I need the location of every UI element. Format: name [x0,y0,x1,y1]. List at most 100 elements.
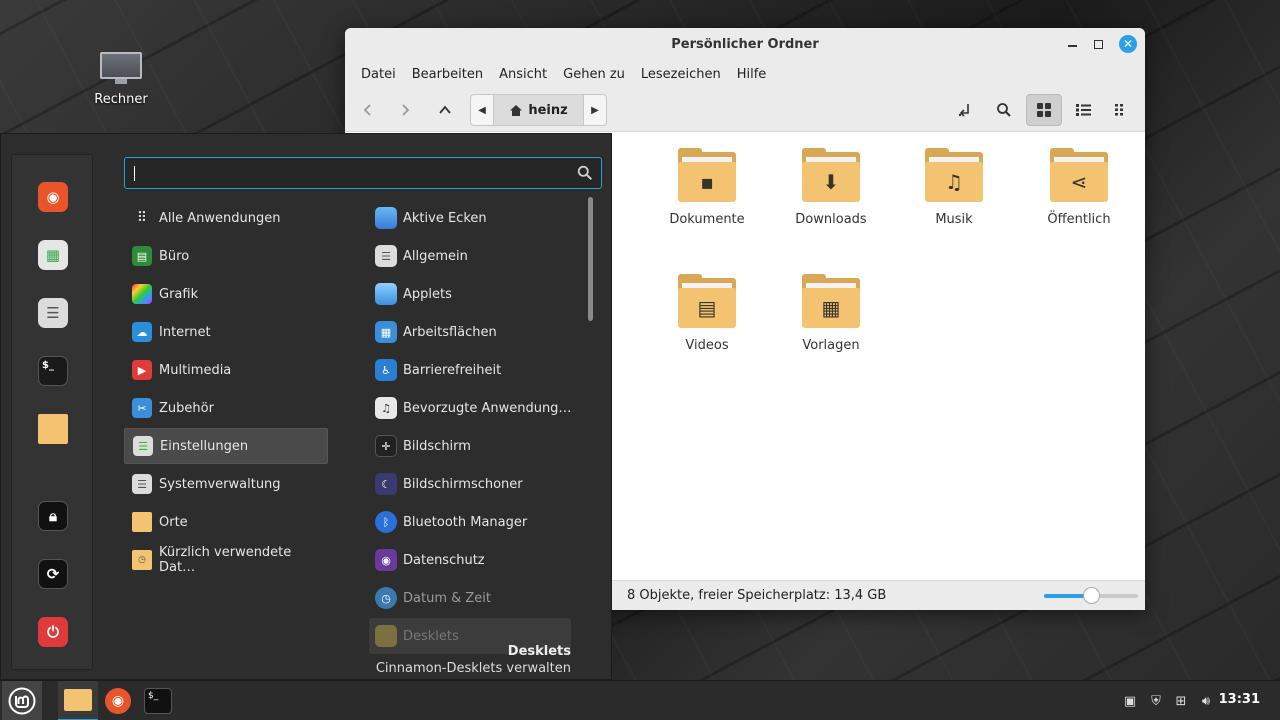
taskbar: ◉ $_ ▣ ⛨ ⊞ 🔊︎ 13:31 [0,680,1280,720]
moon-icon: ☾ [375,473,397,495]
software-manager-icon: ▦ [45,246,61,264]
menu-bearbeiten[interactable]: Bearbeiten [404,67,491,82]
folder-public-icon: ⋖ [1050,148,1108,202]
app-privacy[interactable]: ◉ Datenschutz [369,542,583,578]
app-screensaver[interactable]: ☾ Bildschirmschoner [369,466,583,502]
app-applets[interactable]: Applets [369,276,583,312]
search-input[interactable] [131,162,571,184]
folder-item[interactable]: ▤ Videos [652,274,762,353]
firefox-icon: ◉ [46,188,60,206]
settings-toggle-icon: ☰ [133,436,153,456]
volume-icon: 🔊︎ [1201,693,1211,709]
fav-settings[interactable]: ☰ [38,298,68,328]
minimize-button[interactable] [1063,35,1081,53]
compact-view-button[interactable] [1105,94,1139,126]
menu-ansicht[interactable]: Ansicht [491,67,555,82]
fav-software-manager[interactable]: ▦ [38,240,68,270]
app-hot-corners[interactable]: Aktive Ecken [369,200,583,236]
tray-volume[interactable]: 🔊︎ [1197,692,1215,710]
folder-icon [64,689,92,711]
category-multimedia[interactable]: ▶ Multimedia [124,352,328,388]
app-date-time[interactable]: ◷ Datum & Zeit [369,580,583,616]
app-label: Allgemein [403,248,468,264]
network-icon: ⊞ [1175,693,1187,709]
forward-button[interactable] [388,94,422,126]
menu-datei[interactable]: Datei [353,67,404,82]
breadcrumb-left-button[interactable]: ◀ [471,105,493,116]
search-button[interactable] [987,94,1021,126]
category-accessories[interactable]: ✂ Zubehör [124,390,328,426]
app-bluetooth[interactable]: ᛒ Bluetooth Manager [369,504,583,540]
app-display[interactable]: ✛ Bildschirm [369,428,583,464]
app-label: Arbeitsflächen [403,324,497,340]
list-view-button[interactable] [1066,94,1100,126]
breadcrumb-home-button[interactable]: heinz [493,95,584,125]
mint-logo-icon [8,687,36,715]
title-bar[interactable]: Persönlicher Ordner ✕ [345,28,1145,60]
fav-files[interactable] [38,414,68,444]
folder-item[interactable]: ♫ Musik [899,148,1009,227]
app-general[interactable]: ☰ Allgemein [369,238,583,274]
category-all-apps[interactable]: ⠿ Alle Anwendungen [124,200,328,236]
toggle-location-button[interactable] [948,94,982,126]
description-subtitle: Cinnamon-Desklets verwalten [375,661,571,676]
menu-lesezeichen[interactable]: Lesezeichen [633,67,729,82]
breadcrumb-right-button[interactable]: ▶ [584,105,606,116]
compact-view-icon [1115,104,1123,116]
maximize-button[interactable] [1089,35,1107,53]
fav-logout[interactable]: ⟳ [38,559,68,589]
desktop-icon-computer[interactable]: Rechner [88,50,154,107]
up-button[interactable] [428,94,462,126]
search-icon [997,103,1011,117]
taskbar-terminal[interactable]: $_ [140,685,176,717]
tray-update-manager[interactable]: ⛨ [1147,692,1165,710]
zoom-slider-handle[interactable] [1083,587,1100,604]
taskbar-files[interactable] [58,681,98,720]
app-preferred-apps[interactable]: ♫ Bevorzugte Anwendung… [369,390,583,426]
tray-notifications[interactable]: ▣ [1121,692,1139,710]
search-box[interactable] [124,157,602,189]
folder-item[interactable]: ▦ Vorlagen [776,274,886,353]
folder-icon [132,512,152,532]
category-graphics[interactable]: Grafik [124,276,328,312]
apps-scrollbar[interactable] [588,197,593,321]
office-icon: ▤ [132,246,152,266]
close-button[interactable]: ✕ [1119,35,1137,53]
logout-icon: ⟳ [46,565,60,583]
category-internet[interactable]: ☁ Internet [124,314,328,350]
app-label: Applets [403,286,452,302]
fav-firefox[interactable]: ◉ [38,182,68,212]
app-label: Bevorzugte Anwendung… [403,400,572,416]
fav-shutdown[interactable]: ⏻ [38,617,68,647]
menu-hilfe[interactable]: Hilfe [729,67,775,82]
tray-network[interactable]: ⊞ [1172,692,1190,710]
category-label: Systemverwaltung [159,476,281,492]
mask-icon: ◉ [375,549,397,571]
category-administration[interactable]: ☰ Systemverwaltung [124,466,328,502]
category-label: Orte [159,514,188,530]
back-button[interactable] [351,94,385,126]
app-accessibility[interactable]: ♿︎ Barrierefreiheit [369,352,583,388]
close-icon: ✕ [1122,37,1134,51]
hot-corners-icon [375,207,397,229]
zoom-slider[interactable] [1044,587,1138,604]
app-workspaces[interactable]: ▦ Arbeitsflächen [369,314,583,350]
category-places[interactable]: Orte [124,504,328,540]
clock[interactable]: 13:31 [1219,692,1260,707]
category-settings[interactable]: ☰ Einstellungen [124,428,328,464]
fav-terminal[interactable]: $_ [38,356,68,386]
fav-lock[interactable]: 🔒︎ [38,501,68,531]
applets-icon [375,283,397,305]
category-recent-files[interactable]: ◷ Kürzlich verwendete Dat… [124,542,328,578]
folder-item[interactable]: ⬇ Downloads [776,148,886,227]
terminal-icon: $_ [42,360,54,371]
category-label: Kürzlich verwendete Dat… [159,545,292,575]
category-office[interactable]: ▤ Büro [124,238,328,274]
folder-item[interactable]: ▪ Dokumente [652,148,762,227]
icon-view-button[interactable] [1026,94,1062,126]
taskbar-firefox[interactable]: ◉ [100,685,136,717]
menu-gehen-zu[interactable]: Gehen zu [555,67,633,82]
menu-button[interactable] [2,681,42,720]
folder-item[interactable]: ⋖ Öffentlich [1024,148,1134,227]
terminal-icon: $_ [144,688,172,714]
